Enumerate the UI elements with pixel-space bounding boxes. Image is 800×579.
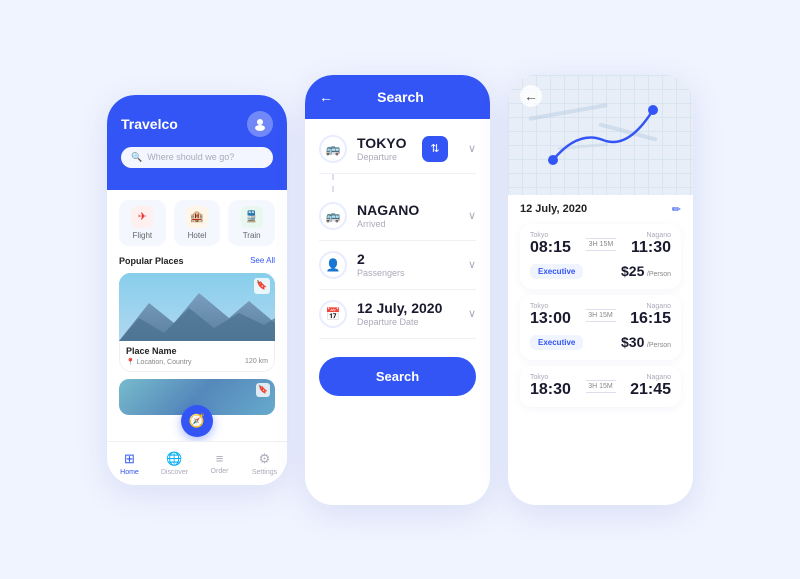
arrived-value: NAGANO (357, 202, 458, 218)
phone-home: Travelco 🔍 Where should we go? ✈ Flight … (107, 95, 287, 485)
train-icon: 🚆 (241, 206, 263, 228)
departure-icon: 🚌 (319, 135, 347, 163)
search-header: ← Search (305, 75, 490, 119)
from-city-3: Tokyo (530, 374, 571, 381)
see-all-link[interactable]: See All (250, 256, 275, 265)
arrived-field[interactable]: 🚌 NAGANO Arrived ∨ (319, 192, 476, 241)
price-2: $30 (621, 339, 647, 349)
from-city-1: Tokyo (530, 232, 571, 239)
from-city-2: Tokyo (530, 303, 571, 310)
date-label: Departure Date (357, 317, 458, 327)
date-icon: 📅 (319, 300, 347, 328)
duration-2: 3H 15M (586, 309, 616, 322)
nav-settings[interactable]: ⚙ Settings (242, 451, 287, 476)
to-city-1: Nagano (631, 232, 671, 239)
place-location: 📍 Location, Country (126, 358, 192, 366)
phone-search: ← Search 🚌 TOKYO Departure ∨ ⇅ 🚌 NAGANO … (305, 75, 490, 505)
passengers-chevron: ∨ (468, 258, 476, 271)
back-button[interactable]: ← (319, 89, 333, 105)
settings-nav-label: Settings (252, 469, 277, 476)
date-value: 12 July, 2020 (357, 300, 458, 316)
class-badge-1: Executive (530, 264, 583, 279)
back-button-map[interactable]: ← (520, 85, 542, 107)
settings-icon: ⚙ (259, 451, 271, 467)
place-card-main[interactable]: 🔖 (119, 273, 275, 372)
to-time-3: 21:45 (630, 381, 671, 399)
small-bookmark-icon[interactable]: 🔖 (256, 383, 270, 397)
nav-discover[interactable]: 🌐 Discover (152, 451, 197, 476)
to-city-3: Nagano (630, 374, 671, 381)
discover-icon: 🌐 (166, 451, 182, 467)
swap-button[interactable]: ⇅ (422, 136, 448, 162)
to-time-2: 16:15 (630, 310, 671, 328)
passengers-value: 2 (357, 251, 458, 267)
search-button[interactable]: Search (319, 357, 476, 396)
search-icon: 🔍 (131, 152, 142, 163)
bookmark-icon[interactable]: 🔖 (254, 278, 270, 294)
date-chevron: ∨ (468, 307, 476, 320)
hotel-icon: 🏨 (186, 206, 208, 228)
swap-icon: ⇅ (430, 142, 439, 155)
navigation-fab[interactable]: 🧭 (181, 405, 213, 437)
category-flight[interactable]: ✈ Flight (119, 200, 166, 246)
price-sub-2: /Person (647, 342, 671, 349)
nav-home[interactable]: ⊞ Home (107, 451, 152, 476)
back-arrow-icon: ← (524, 88, 538, 104)
home-search-bar[interactable]: 🔍 Where should we go? (121, 147, 273, 168)
map-view: ← (508, 75, 693, 195)
search-placeholder: Where should we go? (147, 152, 234, 162)
trip-date: 12 July, 2020 (520, 203, 587, 215)
class-badge-2: Executive (530, 335, 583, 350)
order-nav-label: Order (211, 468, 229, 475)
home-icon: ⊞ (124, 451, 135, 467)
category-train[interactable]: 🚆 Train (228, 200, 275, 246)
from-time-2: 13:00 (530, 310, 571, 328)
from-time-1: 08:15 (530, 239, 571, 257)
popular-section-header: Popular Places See All (119, 256, 275, 266)
price-sub-1: /Person (647, 271, 671, 278)
train-label: Train (243, 231, 261, 240)
place-image: 🔖 (119, 273, 275, 341)
home-nav-label: Home (120, 469, 139, 476)
avatar[interactable] (247, 111, 273, 137)
arrived-icon: 🚌 (319, 202, 347, 230)
passengers-field[interactable]: 👤 2 Passengers ∨ (319, 241, 476, 290)
flight-label: Flight (133, 231, 153, 240)
price-1: $25 (621, 268, 647, 278)
trip-card-1[interactable]: Tokyo 08:15 3H 15M Nagano 11:30 Executiv… (520, 224, 681, 289)
flight-icon: ✈ (131, 206, 153, 228)
order-icon: ≡ (216, 451, 224, 466)
search-title: Search (343, 89, 476, 105)
nav-order[interactable]: ≡ Order (197, 451, 242, 475)
trip-card-3[interactable]: Tokyo 18:30 3H 15M Nagano 21:45 (520, 366, 681, 407)
discover-nav-label: Discover (161, 469, 188, 476)
place-name: Place Name (126, 346, 268, 356)
compass-icon: 🧭 (189, 413, 205, 429)
home-header: Travelco 🔍 Where should we go? (107, 95, 287, 190)
edit-icon[interactable]: ✏ (672, 203, 681, 216)
arrived-chevron: ∨ (468, 209, 476, 222)
departure-field[interactable]: 🚌 TOKYO Departure ∨ ⇅ (319, 125, 476, 174)
duration-3: 3H 15M (586, 380, 616, 393)
date-row: 12 July, 2020 ✏ (520, 203, 681, 216)
duration-1: 3H 15M (586, 238, 616, 251)
section-title: Popular Places (119, 256, 184, 266)
place-distance: 120 km (245, 358, 268, 365)
phone-results: ← 12 July, 2020 ✏ Tokyo 08:15 3H 15M Nag… (508, 75, 693, 505)
from-time-3: 18:30 (530, 381, 571, 399)
hotel-label: Hotel (188, 231, 207, 240)
passengers-icon: 👤 (319, 251, 347, 279)
trip-card-2[interactable]: Tokyo 13:00 3H 15M Nagano 16:15 Executiv… (520, 295, 681, 360)
app-title: Travelco (121, 116, 178, 132)
arrived-label: Arrived (357, 219, 458, 229)
date-field[interactable]: 📅 12 July, 2020 Departure Date ∨ (319, 290, 476, 339)
bottom-navigation: ⊞ Home 🌐 Discover ≡ Order ⚙ Settings (107, 441, 287, 485)
departure-chevron: ∨ (468, 142, 476, 155)
category-list: ✈ Flight 🏨 Hotel 🚆 Train (119, 200, 275, 246)
category-hotel[interactable]: 🏨 Hotel (174, 200, 221, 246)
to-city-2: Nagano (630, 303, 671, 310)
to-time-1: 11:30 (631, 239, 671, 257)
passengers-label: Passengers (357, 268, 458, 278)
